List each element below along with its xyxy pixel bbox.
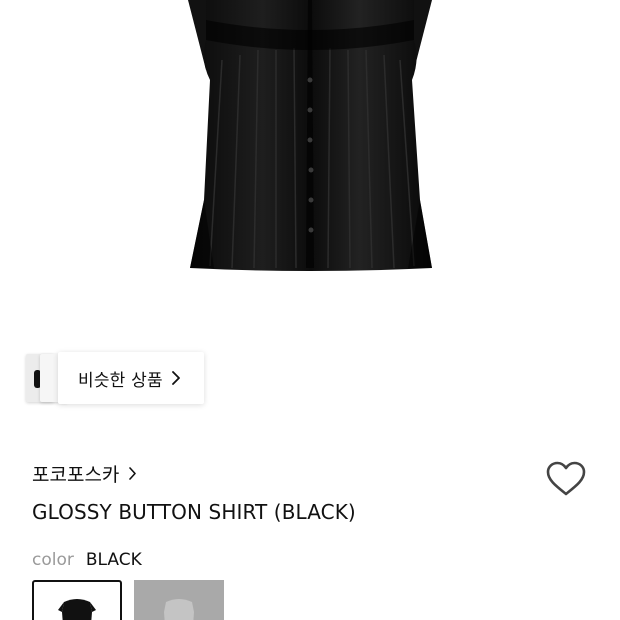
chevron-right-icon xyxy=(129,467,137,480)
shirt-image xyxy=(188,0,432,271)
product-detail-page: 비슷한 상품 포코포스카 GLOSSY BUTTON SHIRT (BLACK)… xyxy=(0,0,620,620)
color-swatch[interactable] xyxy=(134,580,224,620)
color-swatch-selected[interactable] xyxy=(32,580,122,620)
chevron-right-icon xyxy=(171,371,180,385)
color-row: color BLACK xyxy=(32,550,142,570)
swatch-gray-shirt-image xyxy=(164,599,194,620)
heart-outline-icon xyxy=(546,461,586,496)
product-title: GLOSSY BUTTON SHIRT (BLACK) xyxy=(32,500,356,524)
brand-name: 포코포스카 xyxy=(32,464,120,486)
wishlist-button[interactable] xyxy=(546,461,586,497)
color-value: BLACK xyxy=(85,550,142,570)
similar-products-button[interactable]: 비슷한 상품 xyxy=(58,352,204,404)
product-main-image[interactable] xyxy=(0,0,620,340)
color-label: color xyxy=(32,550,74,570)
brand-link[interactable]: 포코포스카 xyxy=(32,460,137,487)
similar-products-label: 비슷한 상품 xyxy=(78,370,163,391)
swatch-black-shirt-image xyxy=(58,599,96,620)
